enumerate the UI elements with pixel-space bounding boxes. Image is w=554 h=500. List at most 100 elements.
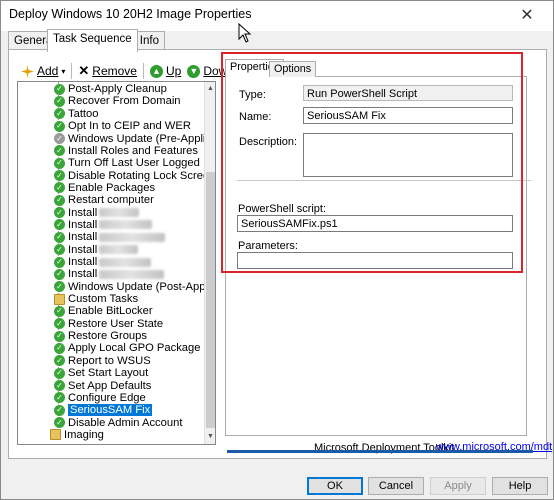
check-icon: ✓ xyxy=(54,305,65,317)
tree-item-label: Install Roles and Features xyxy=(68,144,198,157)
tree-item-label: Install xyxy=(68,218,98,231)
sparkle-icon xyxy=(21,64,34,78)
tree-item[interactable]: ✓ Install xyxy=(54,256,152,268)
remove-button[interactable]: ✕ Remove xyxy=(78,63,137,79)
task-sequence-tree[interactable]: ✓ Post-Apply Cleanup ✓ Recover From Domain ✓… xyxy=(17,81,216,445)
tree-item-label: Turn Off Last User Logged In xyxy=(68,157,213,170)
x-icon: ✕ xyxy=(78,63,90,78)
tree-item[interactable]: Custom Tasks xyxy=(54,293,138,305)
check-icon: ✓ xyxy=(54,256,65,268)
check-icon: ✓ xyxy=(54,83,65,95)
tree-item[interactable]: ✓ Install xyxy=(54,268,165,281)
toolbar-divider xyxy=(142,63,144,79)
tree-item-label: Custom Tasks xyxy=(68,293,139,306)
toolbar-divider xyxy=(71,63,73,79)
highlight-annotation xyxy=(221,52,523,273)
tree-item[interactable]: ✓ Apply Local GPO Package xyxy=(54,342,200,354)
tree-item-label: Set App Defaults xyxy=(68,379,152,392)
tree-item[interactable]: ✓ Report to WSUS xyxy=(54,355,151,367)
tree-item[interactable]: ✓ Set App Defaults xyxy=(54,379,152,392)
tree-item[interactable]: Imaging xyxy=(50,429,104,441)
check-icon: ✓ xyxy=(54,219,65,231)
tree-item-label: Imaging xyxy=(64,428,104,441)
tree-item-label: SeriousSAM Fix xyxy=(68,404,153,417)
tab-task-sequence[interactable]: Task Sequence xyxy=(47,29,138,52)
check-icon: ✓ xyxy=(54,182,65,194)
tree-item-label: Install xyxy=(68,231,98,244)
cancel-button[interactable]: Cancel xyxy=(368,477,424,495)
check-icon: ✓ xyxy=(54,145,65,157)
tree-item-label: Enable Packages xyxy=(68,181,156,194)
close-button[interactable]: ✕ xyxy=(505,1,549,29)
check-icon: ✓ xyxy=(54,157,65,169)
check-icon: ✓ xyxy=(54,342,65,354)
add-button[interactable]: Add ▾ xyxy=(21,64,65,78)
tree-item[interactable]: ✓ Install xyxy=(54,206,140,219)
tree-item-label: Restart computer xyxy=(68,194,154,207)
help-button[interactable]: Help xyxy=(492,477,548,495)
scroll-down-icon[interactable]: ▼ xyxy=(205,430,215,444)
redacted-text xyxy=(99,269,165,279)
title-bar[interactable]: Deploy Windows 10 20H2 Image Properties … xyxy=(1,1,553,31)
tree-item[interactable]: ✓Windows Update (Pre-Application Inst xyxy=(54,132,215,145)
footer-accent-line xyxy=(227,450,533,453)
tree-item-label: Install xyxy=(68,243,98,256)
check-icon: ✓ xyxy=(54,231,65,243)
scroll-up-icon[interactable]: ▲ xyxy=(205,82,215,96)
tree-item[interactable]: ✓ Post-Apply Cleanup xyxy=(54,83,167,95)
ok-button[interactable]: OK xyxy=(307,477,363,495)
remove-label: Remove xyxy=(92,64,137,78)
check-icon: ✓ xyxy=(54,207,65,219)
check-icon: ✓ xyxy=(54,355,65,367)
tree-item[interactable]: ✓ Install xyxy=(54,243,139,256)
tree-item[interactable]: ✓ Disable Rotating Lock Screen xyxy=(54,169,216,182)
tree-item[interactable]: ✓ Enable Packages xyxy=(54,182,155,194)
tree-item[interactable]: ✓Windows Update (Post-Application Ins xyxy=(54,281,215,293)
check-icon: ✓ xyxy=(54,380,65,392)
tree-item[interactable]: ✓ Turn Off Last User Logged In xyxy=(54,157,212,169)
tree-item-label: Configure Edge xyxy=(68,391,146,404)
check-icon: ✓ xyxy=(54,318,65,330)
check-icon: ✓ xyxy=(54,108,65,120)
mouse-cursor-icon xyxy=(238,23,252,43)
tree-item[interactable]: ✓ Tattoo xyxy=(54,108,98,120)
tree-item[interactable]: ✓ SeriousSAM Fix xyxy=(54,404,153,417)
tree-item[interactable]: ✓ Install xyxy=(54,218,153,231)
tree-item-label: Install xyxy=(68,268,98,281)
tree-item[interactable]: ✓ Opt In to CEIP and WER xyxy=(54,120,191,132)
check-icon: ✓ xyxy=(54,95,65,107)
redacted-text xyxy=(99,220,153,230)
tree-item-label: Enable BitLocker xyxy=(68,305,153,318)
tree-item[interactable]: ✓ Enable BitLocker xyxy=(54,305,153,317)
tree-item[interactable]: ✓ Set Start Layout xyxy=(54,367,148,379)
tree-item[interactable]: ✓ Restore User State xyxy=(54,318,163,330)
apply-button[interactable]: Apply xyxy=(430,477,486,495)
tree-item-label: Tattoo xyxy=(68,107,99,120)
tree-item-label: Windows Update (Pre-Application Inst xyxy=(68,132,215,145)
check-icon: ✓ xyxy=(54,244,65,256)
tree-item-label: Post-Apply Cleanup xyxy=(68,83,167,96)
add-label: Add xyxy=(37,64,59,78)
redacted-text xyxy=(99,257,152,267)
tree-item[interactable]: ✓ Install Roles and Features xyxy=(54,145,198,157)
check-icon: ✓ xyxy=(54,404,65,416)
tree-item-label: Install xyxy=(68,206,98,219)
check-icon: ✓ xyxy=(54,120,65,132)
tree-scrollbar[interactable]: ▲ ▼ xyxy=(204,82,215,444)
tree-item-label: Disable Rotating Lock Screen xyxy=(68,169,216,182)
tree-item[interactable]: ✓ Install xyxy=(54,231,166,244)
green-up-arrow-icon: ▲ xyxy=(149,64,163,78)
tree-item[interactable]: ✓ Configure Edge xyxy=(54,392,146,404)
tree-item[interactable]: ✓ Restore Groups xyxy=(54,330,147,342)
tree-item[interactable]: ✓ Recover From Domain xyxy=(54,95,181,107)
tree-item[interactable]: ✓ Disable Admin Account xyxy=(54,416,183,429)
check-icon: ✓ xyxy=(54,367,65,379)
tree-item-label: Restore Groups xyxy=(68,330,147,343)
tree-item-label: Recover From Domain xyxy=(68,95,181,108)
tree-item-label: Disable Admin Account xyxy=(68,416,183,429)
up-button[interactable]: ▲ Up xyxy=(149,64,181,78)
tree-item[interactable]: ✓ Restart computer xyxy=(54,194,154,206)
redacted-text xyxy=(99,232,166,242)
scroll-thumb[interactable] xyxy=(206,172,215,428)
folder-icon xyxy=(54,293,65,305)
